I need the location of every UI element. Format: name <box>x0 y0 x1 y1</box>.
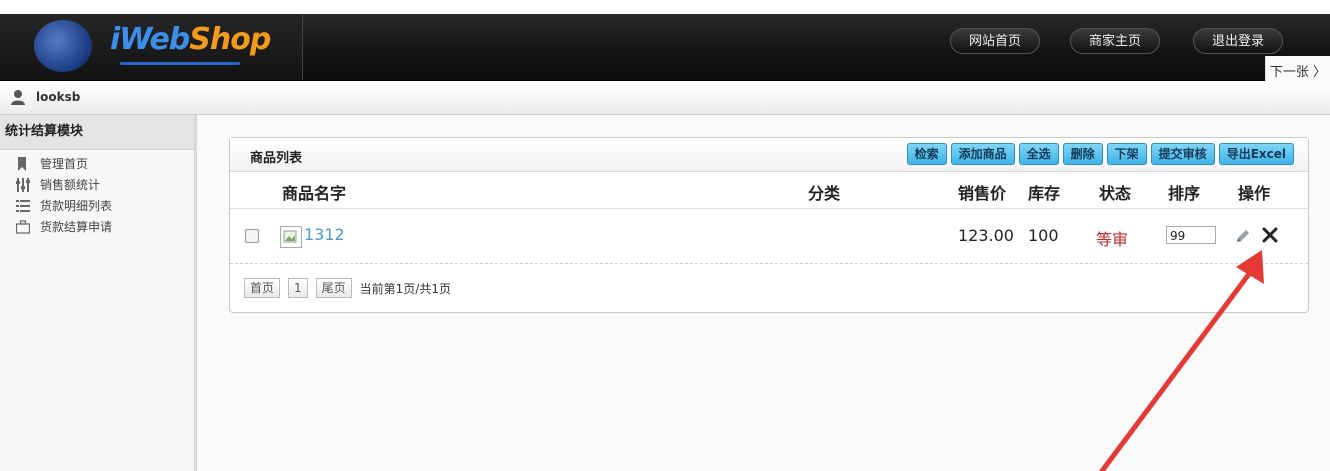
briefcase-icon <box>16 220 30 234</box>
list-icon <box>16 200 30 212</box>
delete-x-icon[interactable] <box>1262 227 1278 243</box>
panel-title: 商品列表 <box>250 151 303 166</box>
sidebar-title: 统计结算模块 <box>0 115 194 150</box>
sidebar-item-label: 货款明细列表 <box>40 199 113 213</box>
toolbar: 检索 添加商品 全选 删除 下架 提交审核 导出Excel <box>906 143 1294 165</box>
page-info: 当前第1页/共1页 <box>359 281 451 296</box>
sidebar-item-label: 管理首页 <box>40 157 89 171</box>
status-badge: 等审 <box>1096 230 1129 249</box>
select-all-button[interactable]: 全选 <box>1018 143 1059 165</box>
sort-order-input[interactable]: 99 <box>1166 226 1216 244</box>
globe-logo-icon <box>34 20 92 72</box>
sidebar-item-label: 销售额统计 <box>40 178 101 192</box>
sidebar-item-sales-stats[interactable]: 销售额统计 <box>0 175 194 196</box>
logo-underline <box>120 62 240 65</box>
product-stock: 100 <box>1028 226 1059 245</box>
col-stock: 库存 <box>1028 184 1061 203</box>
search-button[interactable]: 检索 <box>906 143 947 165</box>
top-header: iWebShop 网站首页 商家主页 退出登录 <box>0 14 1330 81</box>
col-status: 状态 <box>1099 184 1132 203</box>
first-page-button[interactable]: 首页 <box>244 278 281 298</box>
add-product-button[interactable]: 添加商品 <box>950 143 1015 165</box>
sliders-icon <box>16 178 30 192</box>
user-icon <box>11 90 25 105</box>
logo-text: iWebShop <box>110 22 271 57</box>
broken-image-icon <box>283 230 297 243</box>
last-page-button[interactable]: 尾页 <box>315 278 352 298</box>
col-sort: 排序 <box>1168 184 1201 203</box>
edit-pencil-icon[interactable] <box>1235 228 1251 244</box>
page-1-button[interactable]: 1 <box>288 278 308 298</box>
sidebar-item-label: 货款结算申请 <box>40 220 113 234</box>
sidebar: 统计结算模块 管理首页 销售额统计 货款明细列表 货款结算申请 <box>0 115 197 471</box>
sidebar-item-admin-home[interactable]: 管理首页 <box>0 154 194 175</box>
sidebar-item-payment-details[interactable]: 货款明细列表 <box>0 196 194 217</box>
site-home-button[interactable]: 网站首页 <box>950 28 1040 54</box>
table-header: 商品名字 分类 销售价 库存 状态 排序 操作 <box>230 172 1308 209</box>
sidebar-item-settlement-request[interactable]: 货款结算申请 <box>0 217 194 238</box>
col-price: 销售价 <box>958 184 1007 203</box>
product-price: 123.00 <box>958 226 1014 245</box>
row-checkbox[interactable] <box>245 229 259 243</box>
unlist-button[interactable]: 下架 <box>1106 143 1147 165</box>
export-excel-button[interactable]: 导出Excel <box>1218 143 1294 165</box>
col-actions: 操作 <box>1238 184 1271 203</box>
product-name-link[interactable]: 1312 <box>304 225 345 244</box>
col-product-name: 商品名字 <box>282 184 347 203</box>
bookmark-icon <box>18 157 26 171</box>
logout-button[interactable]: 退出登录 <box>1193 28 1283 54</box>
pagination: 首页 1 尾页 当前第1页/共1页 <box>244 278 451 298</box>
product-thumbnail[interactable] <box>280 226 302 248</box>
submit-review-button[interactable]: 提交审核 <box>1150 143 1215 165</box>
col-category: 分类 <box>808 184 841 203</box>
logo[interactable]: iWebShop <box>0 14 303 80</box>
annotation-arrow-icon <box>1099 250 1264 471</box>
panel-header: 商品列表 检索 添加商品 全选 删除 下架 提交审核 导出Excel <box>230 138 1308 172</box>
user-bar: looksb <box>0 81 1330 115</box>
delete-button[interactable]: 删除 <box>1062 143 1103 165</box>
username: looksb <box>36 90 81 104</box>
merchant-home-button[interactable]: 商家主页 <box>1070 28 1160 54</box>
